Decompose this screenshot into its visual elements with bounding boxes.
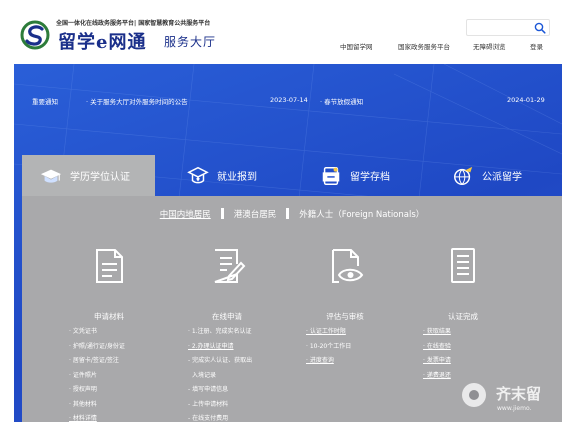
step-evaluation-review[interactable]: 评估与审核 (290, 246, 400, 322)
logo-icon[interactable] (20, 20, 50, 50)
notice-date: 2023-07-14 (270, 96, 308, 104)
hero-section: 重要通知 · 关于服务大厅对外服务时间的公告 2023-07-14 · 春节放假… (14, 64, 562, 422)
step-online-application[interactable]: 在线申请 (172, 246, 282, 322)
apply-link[interactable]: · 2.办理认证申请 (188, 340, 252, 355)
document-list-icon (96, 249, 123, 283)
brand-subtitle: 服务大厅 (164, 35, 217, 49)
complete-list: · 获取结果 · 在线查验 · 发票申请 · 递费退还 (423, 325, 451, 383)
review-timeframe-link[interactable]: · 认证工作时限 (306, 325, 351, 340)
watermark-text: 齐末留 (496, 385, 542, 403)
tab-study-archive[interactable]: 留学存档 (320, 155, 390, 196)
notice-label: 重要通知 (32, 98, 58, 106)
platform-tagline: 全国一体化在线政务服务平台| 国家智慧教育公共服务平台 (56, 20, 211, 27)
tab-government-sponsored-study[interactable]: 公派留学 (452, 155, 522, 196)
review-list: · 认证工作时限 · 10-20个工作日 · 进度查询 (306, 325, 351, 369)
get-result-link[interactable]: · 获取结果 (423, 325, 451, 340)
apply-step-item: - 在线支付费用 (188, 415, 229, 422)
watermark-url: www.jiemo. (497, 405, 532, 412)
step-certification-complete[interactable]: 认证完成 (408, 246, 518, 322)
step-label: 申请材料 (94, 312, 124, 321)
material-details-link[interactable]: · 材料详情 (69, 412, 125, 422)
applicant-region-selector: 中国内地居民 港澳台居民 外籍人士（Foreign Nationals） (22, 208, 562, 220)
nav-link-cscse[interactable]: 中国留学网 (340, 41, 373, 51)
apply-step-item: - 填写申请信息 (188, 386, 229, 393)
notice-date: 2024-01-29 (507, 96, 545, 104)
site-header: 全国一体化在线政务服务平台| 国家智慧教育公共服务平台 留学e网通 服务大厅 中… (0, 0, 579, 62)
step-label: 在线申请 (212, 312, 242, 321)
material-item: · 居留卡/签证/签注 (69, 357, 119, 364)
apply-step-item: · 1.注册、完成实名认证 (188, 328, 252, 335)
online-verify-link[interactable]: · 在线查验 (423, 340, 451, 355)
tab-label: 学历学位认证 (70, 172, 130, 183)
tab-degree-certification[interactable]: 学历学位认证 (22, 155, 155, 196)
notice-link-service-hours[interactable]: · 关于服务大厅对外服务时间的公告 (86, 96, 188, 106)
apply-steps-list: · 1.注册、完成实名认证 · 2.办理认证申请 - 完成实人认证、获取出 入境… (188, 325, 252, 422)
search-icon[interactable] (534, 22, 546, 34)
materials-list: · 文凭证书 · 护照/通行证/身份证 · 居留卡/签证/签注 · 证件照片 ·… (69, 325, 125, 422)
region-mainland[interactable]: 中国内地居民 (160, 210, 211, 220)
search-input[interactable] (467, 26, 533, 41)
invoice-request-link[interactable]: · 发票申请 (423, 354, 451, 369)
apply-step-item: - 上传申请材料 (188, 400, 229, 408)
brand-title[interactable]: 留学e网通 (58, 28, 146, 54)
region-divider (286, 208, 290, 219)
review-item: · 10-20个工作日 (306, 342, 352, 350)
step-label: 评估与审核 (326, 312, 364, 321)
material-item: · 授权声明 (69, 386, 97, 393)
apply-step-item: 入境记录 (192, 371, 217, 379)
apply-step-item: - 完成实人认证、获取出 (188, 357, 253, 364)
tab-label: 就业报到 (217, 172, 257, 183)
search-box (466, 19, 550, 41)
tab-employment-registration[interactable]: 就业报到 (187, 155, 257, 196)
material-item: · 其他材料 (69, 400, 97, 408)
material-item: · 文凭证书 (69, 328, 97, 335)
edit-document-icon (214, 249, 246, 283)
region-foreign-nationals[interactable]: 外籍人士（Foreign Nationals） (299, 210, 424, 220)
notice-link-spring-festival[interactable]: · 春节放假通知 (320, 96, 363, 106)
step-application-materials[interactable]: 申请材料 (54, 246, 164, 322)
service-tabs: 学历学位认证 就业报到 留学存档 公派留学 (22, 155, 562, 196)
nav-link-login[interactable]: 登录 (530, 41, 543, 51)
material-item: · 证件照片 (69, 371, 97, 379)
archive-icon (322, 166, 340, 185)
globe-plane-icon (454, 166, 473, 185)
mortarboard-badge-icon (187, 166, 209, 183)
region-divider (220, 208, 224, 219)
nav-link-accessibility[interactable]: 无障碍浏览 (473, 41, 506, 51)
region-hk-macao-taiwan[interactable]: 港澳台居民 (234, 210, 277, 220)
material-item: · 护照/通行证/身份证 (69, 342, 125, 350)
tab-label: 公派留学 (482, 172, 522, 183)
tab-label: 留学存档 (350, 172, 390, 183)
view-document-icon (332, 249, 364, 283)
graduation-cap-icon (40, 169, 62, 183)
fee-refund-link[interactable]: · 递费退还 (423, 369, 451, 384)
step-label: 认证完成 (448, 312, 478, 321)
nav-link-gov-service[interactable]: 国家政务服务平台 (398, 41, 450, 51)
certificate-icon (451, 248, 475, 283)
progress-query-link[interactable]: · 进度查询 (306, 354, 351, 369)
